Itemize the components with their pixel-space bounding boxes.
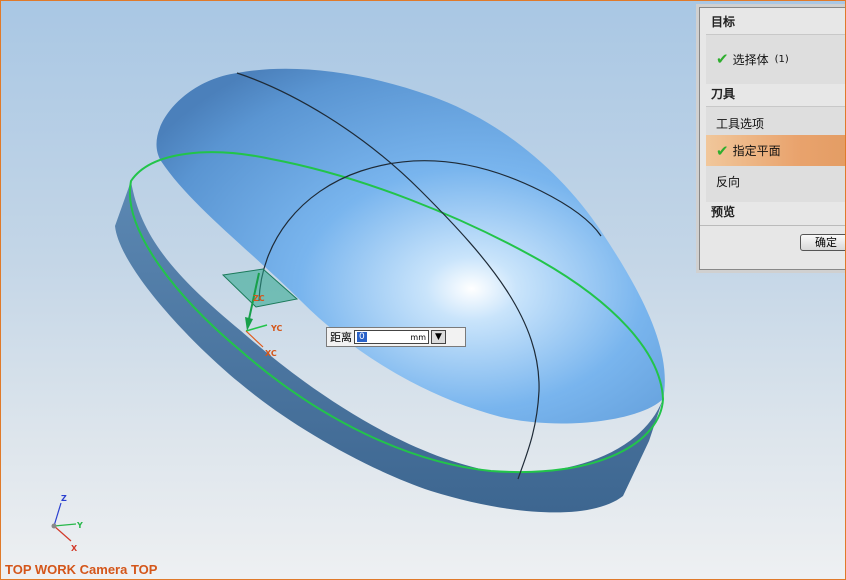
- ok-button[interactable]: 确定: [800, 234, 845, 251]
- xc-label: XC: [265, 349, 277, 358]
- triad-y-label: Y: [76, 521, 83, 530]
- target-section-header[interactable]: 目标: [700, 12, 845, 32]
- triad-z-label: Z: [61, 494, 67, 503]
- coordinate-triad: Z Y X: [51, 494, 83, 553]
- distance-value: 0: [357, 332, 367, 342]
- graphics-viewport[interactable]: ZC YC XC Z Y X TOP WORK Camera TOP 距离 0 …: [0, 0, 846, 580]
- check-icon: ✔: [716, 50, 729, 68]
- distance-unit: mm: [410, 332, 426, 342]
- distance-dropdown-button[interactable]: ▼: [431, 330, 446, 344]
- check-icon: ✔: [716, 141, 729, 160]
- reverse-label: 反向: [716, 174, 741, 189]
- select-body-row[interactable]: ✔ 选择体 (1): [706, 48, 845, 70]
- yc-label: YC: [270, 324, 283, 333]
- reverse-row[interactable]: 反向: [706, 170, 845, 192]
- distance-label: 距离: [330, 331, 352, 344]
- select-body-label: 选择体: [732, 52, 769, 67]
- distance-input-box: 距离 0 mm ▼: [326, 327, 466, 347]
- trim-body-dialog: 目标 ✔ 选择体 (1) 刀具 工具选项 ✔ 指定平面 反向 预览 确定: [699, 7, 845, 270]
- dialog-divider: [700, 225, 845, 226]
- preview-section-header[interactable]: 预览: [700, 202, 845, 222]
- tool-section-header[interactable]: 刀具: [700, 84, 845, 104]
- select-body-count: (1): [774, 53, 789, 65]
- tool-option-row[interactable]: 工具选项: [706, 112, 845, 134]
- specify-plane-row[interactable]: ✔ 指定平面: [706, 135, 845, 166]
- distance-input[interactable]: 0 mm: [354, 330, 429, 344]
- triad-x-label: X: [71, 544, 78, 553]
- tool-option-label: 工具选项: [716, 116, 765, 131]
- view-label: TOP WORK Camera TOP: [5, 562, 158, 577]
- specify-plane-label: 指定平面: [732, 144, 781, 158]
- arrow-down-icon: ▼: [435, 332, 442, 342]
- zc-label: ZC: [253, 294, 265, 303]
